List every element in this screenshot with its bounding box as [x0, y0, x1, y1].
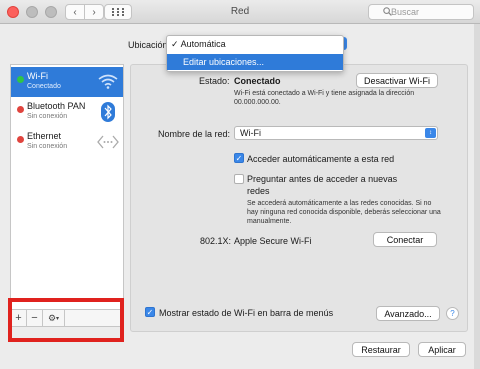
- x8021-label: 802.1X:: [200, 236, 232, 246]
- x8021-value: Apple Secure Wi-Fi: [234, 236, 312, 246]
- advanced-button[interactable]: Avanzado...: [376, 306, 440, 321]
- network-preferences-window: ‹ › Red Buscar Ubicación: ✓ Automática E…: [0, 0, 480, 369]
- status-dot: [17, 136, 24, 143]
- checkmark-icon: ✓: [235, 153, 243, 163]
- show-status-checkbox[interactable]: ✓: [145, 307, 155, 317]
- search-icon: [383, 7, 392, 16]
- apply-button[interactable]: Aplicar: [418, 342, 466, 357]
- ask-join-detail: Se accederá automáticamente a las redes …: [247, 200, 441, 225]
- location-label: Ubicación:: [128, 40, 171, 50]
- location-menu-item-automatic[interactable]: ✓ Automática: [167, 36, 343, 52]
- disable-wifi-button[interactable]: Desactivar Wi-Fi: [356, 73, 438, 88]
- checkmark-icon: ✓: [146, 307, 154, 317]
- revert-button[interactable]: Restaurar: [352, 342, 410, 357]
- status-value: Conectado: [234, 76, 281, 86]
- menu-item-label: Automática: [180, 39, 226, 49]
- service-name: Bluetooth PAN: [27, 101, 86, 111]
- network-name-value: Wi-Fi: [240, 128, 261, 138]
- service-name: Wi-Fi: [27, 71, 48, 81]
- service-item-wifi[interactable]: Wi-Fi Conectado: [11, 67, 123, 97]
- title-bar: ‹ › Red Buscar: [0, 0, 480, 24]
- service-status: Sin conexión: [27, 143, 68, 150]
- bluetooth-icon: [97, 101, 119, 123]
- status-dot: [17, 76, 24, 83]
- wifi-icon: [97, 71, 119, 93]
- auto-join-label: Acceder automáticamente a esta red: [247, 154, 395, 164]
- ask-join-label-line1: Preguntar antes de acceder a nuevas: [247, 174, 398, 184]
- network-name-select[interactable]: Wi-Fi ↕: [234, 126, 438, 140]
- ask-join-checkbox[interactable]: [234, 174, 244, 184]
- auto-join-checkbox[interactable]: ✓: [234, 153, 244, 163]
- updown-arrows-icon: ↕: [425, 128, 436, 138]
- status-detail: Wi-Fi está conectado a Wi-Fi y tiene asi…: [234, 90, 415, 106]
- highlight-annotation-box: [8, 298, 124, 342]
- ethernet-icon: [97, 131, 119, 153]
- menu-item-label: Editar ubicaciones...: [183, 57, 265, 67]
- checkmark-icon: ✓: [171, 39, 179, 49]
- network-name-label: Nombre de la red:: [158, 129, 231, 139]
- location-menu-item-edit[interactable]: Editar ubicaciones...: [167, 54, 343, 70]
- service-status: Conectado: [27, 83, 61, 90]
- status-label: Estado:: [199, 76, 230, 86]
- service-list: Wi-Fi Conectado Bluetooth PAN Sin conexi…: [10, 64, 124, 310]
- service-item-bluetooth-pan[interactable]: Bluetooth PAN Sin conexión: [11, 97, 123, 127]
- service-item-ethernet[interactable]: Ethernet Sin conexión: [11, 127, 123, 157]
- service-name: Ethernet: [27, 131, 62, 141]
- status-dot: [17, 106, 24, 113]
- search-field[interactable]: Buscar: [368, 4, 474, 20]
- location-menu: ✓ Automática Editar ubicaciones...: [166, 35, 344, 72]
- search-placeholder: Buscar: [391, 7, 420, 17]
- connect-button[interactable]: Conectar: [373, 232, 437, 247]
- service-status: Sin conexión: [27, 113, 68, 120]
- ask-join-label-line2: redes: [247, 186, 270, 196]
- window-edge: [474, 24, 480, 369]
- show-status-label: Mostrar estado de Wi-Fi en barra de menú…: [159, 308, 334, 318]
- help-button[interactable]: ?: [446, 307, 459, 320]
